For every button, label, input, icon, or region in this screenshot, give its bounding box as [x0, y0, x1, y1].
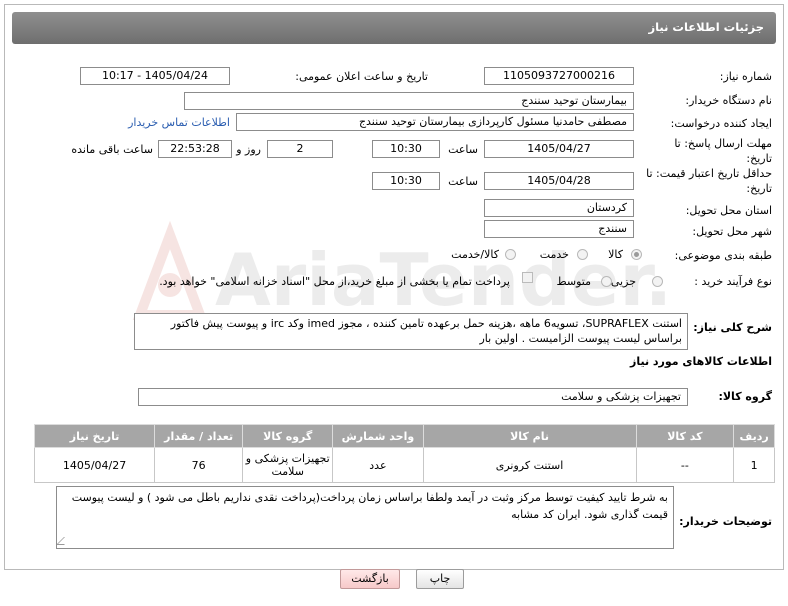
col-index: ردیف	[733, 424, 775, 448]
purchase-type-option-medium: متوسط	[556, 275, 591, 288]
print-button[interactable]: چاپ	[416, 569, 464, 589]
city-field[interactable]: سنندج	[484, 220, 634, 238]
purchase-type-radio-medium[interactable]	[601, 276, 612, 287]
goods-group-field[interactable]: تجهیزات پزشکی و سلامت	[138, 388, 688, 406]
purchase-type-label: نوع فرآیند خرید :	[694, 275, 772, 288]
days-label: روز و	[236, 143, 261, 156]
need-number-label: شماره نیاز:	[719, 70, 772, 83]
row-index: 1	[733, 447, 775, 483]
col-name: نام کالا	[422, 424, 637, 448]
row-unit: عدد	[332, 447, 424, 483]
need-number-field[interactable]: 1105093727000216	[484, 67, 634, 85]
treasury-payment-checkbox[interactable]	[522, 272, 533, 283]
city-label: شهر محل تحویل:	[692, 225, 772, 238]
price-validity-label-text: حداقل تاریخ اعتبار قیمت: تا تاریخ:	[646, 167, 772, 195]
description-text: استنت SUPRAFLEX، تسویه6 ماهه ،هزینه حمل …	[170, 317, 682, 345]
page-title: جزئیات اطلاعات نیاز	[648, 20, 764, 34]
back-button[interactable]: بازگشت	[340, 569, 400, 589]
province-label: استان محل تحویل:	[685, 204, 772, 217]
category-label: طبقه بندی موضوعی:	[674, 249, 772, 262]
goods-section-title: اطلاعات کالاهای مورد نیاز	[630, 355, 772, 368]
treasury-payment-note: پرداخت تمام یا بخشی از مبلغ خرید،از محل …	[159, 275, 510, 288]
description-label: شرح کلی نیاز:	[693, 321, 772, 334]
reply-deadline-date-field[interactable]: 1405/04/27	[484, 140, 634, 158]
reply-deadline-time-label: ساعت	[448, 143, 478, 156]
remaining-time-field[interactable]: 22:53:28	[158, 140, 232, 158]
col-qty: تعداد / مقدار	[154, 424, 244, 448]
purchase-type-radio-minor[interactable]	[652, 276, 663, 287]
row-group: تجهیزات پزشکی و سلامت	[242, 447, 334, 483]
requester-field[interactable]: مصطفی حامدنیا مسئول کارپردازی بیمارستان …	[236, 113, 634, 131]
category-option-goods-service: کالا/خدمت	[451, 248, 499, 261]
category-radio-goods-service[interactable]	[505, 249, 516, 260]
col-unit: واحد شمارش	[332, 424, 424, 448]
row-qty: 76	[154, 447, 244, 483]
goods-table: ردیف کد کالا نام کالا واحد شمارش گروه کا…	[33, 424, 775, 483]
buyer-org-label: نام دستگاه خریدار:	[685, 94, 772, 107]
row-code: --	[635, 447, 735, 483]
resize-grip-icon[interactable]	[57, 537, 72, 545]
price-validity-time-field[interactable]: 10:30	[372, 172, 440, 190]
row-name: استنت کرونری	[422, 447, 637, 483]
col-date: تاریخ نیاز	[33, 424, 156, 448]
col-code: کد کالا	[635, 424, 735, 448]
price-validity-time-label: ساعت	[448, 175, 478, 188]
announce-datetime-field[interactable]: 1405/04/24 - 10:17	[80, 67, 230, 85]
category-option-goods: کالا	[608, 248, 623, 261]
category-radio-goods[interactable]	[631, 249, 642, 260]
price-validity-date-field[interactable]: 1405/04/28	[484, 172, 634, 190]
reply-deadline-label-text: مهلت ارسال پاسخ: تا تاریخ:	[674, 137, 772, 165]
buyer-notes-label: توضیحات خریدار:	[679, 515, 772, 528]
buyer-org-field[interactable]: بیمارستان توحید سنندج	[184, 92, 634, 110]
requester-label: ایجاد کننده درخواست:	[670, 117, 772, 130]
category-option-service: خدمت	[539, 248, 569, 261]
buyer-notes-text: به شرط تایید کیفیت توسط مرکز وثبت در آیم…	[71, 491, 668, 521]
purchase-type-option-minor: جزیی	[610, 275, 636, 288]
price-validity-label: حداقل تاریخ اعتبار قیمت: تا تاریخ:	[642, 166, 772, 196]
remaining-time-label: ساعت باقی مانده	[71, 143, 153, 156]
announce-datetime-label: تاریخ و ساعت اعلان عمومی:	[295, 70, 428, 83]
description-textarea[interactable]: استنت SUPRAFLEX، تسویه6 ماهه ،هزینه حمل …	[134, 313, 688, 350]
buyer-notes-textarea[interactable]: به شرط تایید کیفیت توسط مرکز وثبت در آیم…	[56, 486, 674, 549]
goods-group-label: گروه کالا:	[718, 390, 772, 403]
buyer-contact-link[interactable]: اطلاعات تماس خریدار	[128, 116, 230, 129]
col-group: گروه کالا	[242, 424, 334, 448]
row-date: 1405/04/27	[33, 447, 156, 483]
category-radio-service[interactable]	[577, 249, 588, 260]
remaining-days-field[interactable]: 2	[267, 140, 333, 158]
province-field[interactable]: کردستان	[484, 199, 634, 217]
reply-deadline-time-field[interactable]: 10:30	[372, 140, 440, 158]
reply-deadline-label: مهلت ارسال پاسخ: تا تاریخ:	[652, 136, 772, 166]
goods-table-header: ردیف کد کالا نام کالا واحد شمارش گروه کا…	[33, 424, 775, 448]
table-row[interactable]: 1 -- استنت کرونری عدد تجهیزات پزشکی و سل…	[33, 447, 775, 483]
page-header: جزئیات اطلاعات نیاز	[12, 12, 776, 44]
